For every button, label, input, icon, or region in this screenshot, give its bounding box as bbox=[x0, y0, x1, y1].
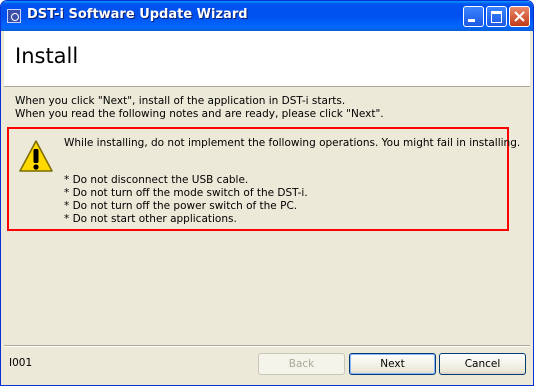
footer-divider bbox=[4, 345, 530, 347]
warning-list: * Do not disconnect the USB cable. * Do … bbox=[64, 174, 308, 226]
wizard-header: Install bbox=[4, 31, 530, 87]
page-title: Install bbox=[15, 44, 79, 68]
next-button[interactable]: Next bbox=[349, 353, 436, 375]
warning-icon bbox=[19, 140, 53, 172]
maximize-button[interactable] bbox=[486, 6, 507, 27]
back-button[interactable]: Back bbox=[258, 353, 345, 375]
close-icon bbox=[514, 11, 525, 22]
window-title: DST-i Software Update Wizard bbox=[27, 7, 248, 22]
warning-item: * Do not turn off the mode switch of the… bbox=[64, 187, 308, 199]
page-id-label: I001 bbox=[9, 357, 33, 369]
warning-item: * Do not turn off the power switch of th… bbox=[64, 200, 298, 212]
warning-message: While installing, do not implement the f… bbox=[64, 137, 521, 149]
intro-line-1: When you click "Next", install of the ap… bbox=[15, 95, 346, 107]
warning-item: * Do not disconnect the USB cable. bbox=[64, 174, 249, 186]
app-icon bbox=[7, 9, 21, 23]
minimize-button[interactable] bbox=[463, 6, 484, 27]
warning-box: While installing, do not implement the f… bbox=[7, 127, 520, 231]
close-button[interactable] bbox=[509, 6, 530, 27]
intro-line-2: When you read the following notes and ar… bbox=[15, 108, 384, 120]
intro-text: When you click "Next", install of the ap… bbox=[15, 95, 525, 121]
cancel-button[interactable]: Cancel bbox=[439, 353, 526, 375]
warning-item: * Do not start other applications. bbox=[64, 213, 237, 225]
wizard-window: DST-i Software Update Wizard Install Whe… bbox=[0, 0, 534, 386]
title-bar[interactable]: DST-i Software Update Wizard bbox=[1, 1, 533, 31]
